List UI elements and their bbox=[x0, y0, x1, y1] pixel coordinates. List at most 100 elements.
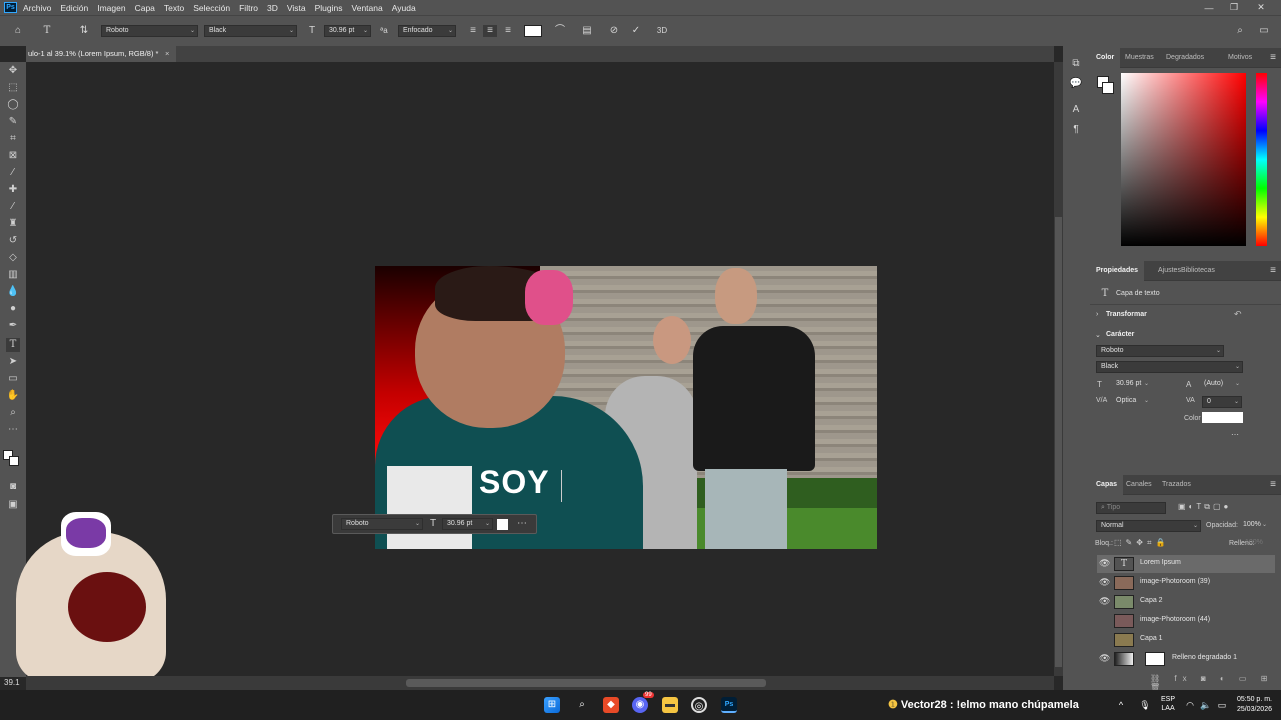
layer-row[interactable]: 👁 Capa 1 bbox=[1097, 631, 1275, 649]
visibility-eye-icon[interactable]: 👁 bbox=[1099, 558, 1110, 569]
align-center-icon[interactable]: ≡ bbox=[483, 25, 497, 37]
brush-tool-icon[interactable]: ⁄ bbox=[6, 200, 20, 214]
background-color-swatch[interactable] bbox=[9, 456, 19, 466]
file-explorer-icon[interactable]: ▬ bbox=[662, 697, 678, 713]
canvas-text-layer[interactable]: SOY bbox=[479, 464, 550, 500]
obs-icon[interactable]: ◎ bbox=[691, 697, 707, 713]
close-tab-icon[interactable]: × bbox=[165, 46, 169, 62]
home-icon[interactable]: ⌂ bbox=[11, 25, 25, 37]
mini-font-select[interactable]: Roboto ⌄ bbox=[341, 518, 423, 530]
photoshop-taskbar-icon[interactable]: Ps bbox=[721, 697, 737, 713]
cancel-icon[interactable]: ⊘ bbox=[607, 25, 621, 37]
menu-plugins[interactable]: Plugins bbox=[315, 3, 343, 13]
align-right-icon[interactable]: ≡ bbox=[501, 25, 515, 37]
marquee-tool-icon[interactable]: ⬚ bbox=[6, 81, 20, 95]
commit-check-icon[interactable]: ✓ bbox=[629, 25, 643, 37]
layer-filter-icons[interactable]: ▣◐T⧉▢● bbox=[1178, 502, 1231, 512]
quick-select-tool-icon[interactable]: ✎ bbox=[6, 115, 20, 129]
reset-transform-icon[interactable]: ↶ bbox=[1234, 309, 1242, 320]
clone-stamp-tool-icon[interactable]: ♜ bbox=[6, 217, 20, 231]
paragraph-panel-icon[interactable]: ¶ bbox=[1069, 124, 1083, 136]
color-picker-field[interactable] bbox=[1121, 73, 1246, 246]
mini-size-select[interactable]: 30.96 pt ⌄ bbox=[442, 518, 493, 530]
type-tool-preset-icon[interactable]: T bbox=[40, 25, 54, 37]
type-tool-icon[interactable]: T bbox=[6, 338, 20, 352]
document-canvas[interactable]: SOY bbox=[375, 266, 877, 549]
antialias-select[interactable]: Enfocado ⌄ bbox=[398, 25, 456, 37]
quick-mask-icon[interactable]: ◙ bbox=[6, 480, 20, 494]
brave-browser-icon[interactable]: ◆ bbox=[603, 697, 619, 713]
frame-tool-icon[interactable]: ⊠ bbox=[6, 149, 20, 163]
lock-icons[interactable]: ⬚✎✥⌗🔒 bbox=[1114, 538, 1169, 548]
more-properties-icon[interactable]: ⋯ bbox=[1231, 430, 1239, 439]
prop-size-field[interactable]: 30.96 pt ⌄ bbox=[1112, 379, 1151, 391]
visibility-eye-icon[interactable]: 👁 bbox=[1099, 577, 1110, 588]
tab-trazados[interactable]: Trazados bbox=[1156, 475, 1197, 495]
move-tool-icon[interactable]: ✥ bbox=[6, 64, 20, 78]
wifi-icon[interactable]: ◠ bbox=[1182, 697, 1198, 713]
tab-motivos[interactable]: Motivos bbox=[1222, 48, 1258, 68]
prop-color-swatch[interactable] bbox=[1202, 412, 1243, 423]
tab-capas[interactable]: Capas bbox=[1090, 475, 1124, 495]
font-style-select[interactable]: Black ⌄ bbox=[204, 25, 297, 37]
more-tools-icon[interactable]: ⋯ bbox=[6, 423, 20, 437]
menu-archivo[interactable]: Archivo bbox=[23, 3, 51, 13]
character-section[interactable]: Carácter bbox=[1106, 331, 1134, 338]
taskbar-search-icon[interactable]: ⌕ bbox=[574, 697, 590, 713]
eyedropper-tool-icon[interactable]: ⁄ bbox=[6, 166, 20, 180]
zoom-tool-icon[interactable]: ⌕ bbox=[6, 406, 20, 420]
warp-text-icon[interactable]: ⌒ bbox=[553, 25, 567, 37]
align-left-icon[interactable]: ≡ bbox=[466, 25, 480, 37]
volume-icon[interactable]: 🔈 bbox=[1198, 697, 1214, 713]
font-size-select[interactable]: 30.96 pt ⌄ bbox=[324, 25, 371, 37]
restore-icon[interactable]: ❐ bbox=[1224, 0, 1244, 15]
panel-menu-icon[interactable]: ≡ bbox=[1266, 52, 1280, 64]
visibility-eye-icon[interactable]: 👁 bbox=[1099, 653, 1110, 664]
clock[interactable]: 05:50 p. m. 25/03/2026 bbox=[1228, 695, 1272, 715]
hand-tool-icon[interactable]: ✋ bbox=[6, 389, 20, 403]
character-chevron-icon[interactable]: ⌄ bbox=[1095, 331, 1101, 339]
layer-row[interactable]: 👁 image-Photoroom (39) bbox=[1097, 574, 1275, 592]
fill-field[interactable]: 100% bbox=[1241, 538, 1271, 550]
layer-mask-thumbnail[interactable] bbox=[1145, 652, 1165, 666]
more-options-icon[interactable]: ⋯ bbox=[515, 518, 529, 530]
dodge-tool-icon[interactable]: ● bbox=[6, 302, 20, 316]
prop-kerning-field[interactable]: Óptica ⌄ bbox=[1112, 396, 1151, 408]
layer-search-field[interactable]: ⌕ Tipo bbox=[1096, 502, 1166, 514]
zoom-readout[interactable]: 39.1 bbox=[4, 678, 20, 687]
gradient-tool-icon[interactable]: ▥ bbox=[6, 268, 20, 282]
layer-row[interactable]: 👁 Capa 2 bbox=[1097, 593, 1275, 611]
character-panel-icon[interactable]: A bbox=[1069, 104, 1083, 116]
horizontal-scroll-thumb[interactable] bbox=[406, 679, 766, 687]
menu-edicion[interactable]: Edición bbox=[60, 3, 88, 13]
tab-color[interactable]: Color bbox=[1090, 48, 1121, 68]
language-indicator[interactable]: ESP LAA bbox=[1161, 695, 1175, 713]
text-color-swatch[interactable] bbox=[524, 25, 542, 37]
discord-icon[interactable]: ◉ bbox=[632, 697, 648, 713]
bg-color-chip[interactable] bbox=[1102, 82, 1114, 94]
tab-degradados[interactable]: Degradados bbox=[1160, 48, 1210, 68]
visibility-eye-icon[interactable]: 👁 bbox=[1099, 615, 1110, 626]
menu-filtro[interactable]: Filtro bbox=[239, 3, 258, 13]
pen-tool-icon[interactable]: ✒ bbox=[6, 319, 20, 333]
menu-vista[interactable]: Vista bbox=[287, 3, 306, 13]
visibility-eye-icon[interactable]: 👁 bbox=[1099, 596, 1110, 607]
microphone-icon[interactable]: 🎙 bbox=[1137, 697, 1153, 713]
tab-propiedades[interactable]: Propiedades bbox=[1090, 261, 1145, 281]
healing-brush-tool-icon[interactable]: ✚ bbox=[6, 183, 20, 197]
menu-texto[interactable]: Texto bbox=[164, 3, 184, 13]
properties-menu-icon[interactable]: ≡ bbox=[1266, 265, 1280, 277]
workspace-icon[interactable]: ▭ bbox=[1257, 25, 1271, 37]
close-icon[interactable]: ✕ bbox=[1251, 0, 1271, 15]
eraser-tool-icon[interactable]: ◇ bbox=[6, 251, 20, 265]
transform-chevron-icon[interactable]: › bbox=[1096, 311, 1098, 318]
layer-row[interactable]: 👁 image-Photoroom (44) bbox=[1097, 612, 1275, 630]
font-family-select[interactable]: Roboto ⌄ bbox=[101, 25, 198, 37]
vertical-scrollbar[interactable] bbox=[1054, 62, 1063, 676]
opacity-field[interactable]: 100% ⌄ bbox=[1239, 520, 1269, 532]
layers-menu-icon[interactable]: ≡ bbox=[1266, 479, 1280, 491]
menu-ventana[interactable]: Ventana bbox=[352, 3, 383, 13]
comments-panel-icon[interactable]: 💬 bbox=[1069, 78, 1083, 90]
layer-row[interactable]: 👁 Relleno degradado 1 bbox=[1097, 650, 1275, 668]
mini-color-swatch[interactable] bbox=[497, 519, 508, 530]
